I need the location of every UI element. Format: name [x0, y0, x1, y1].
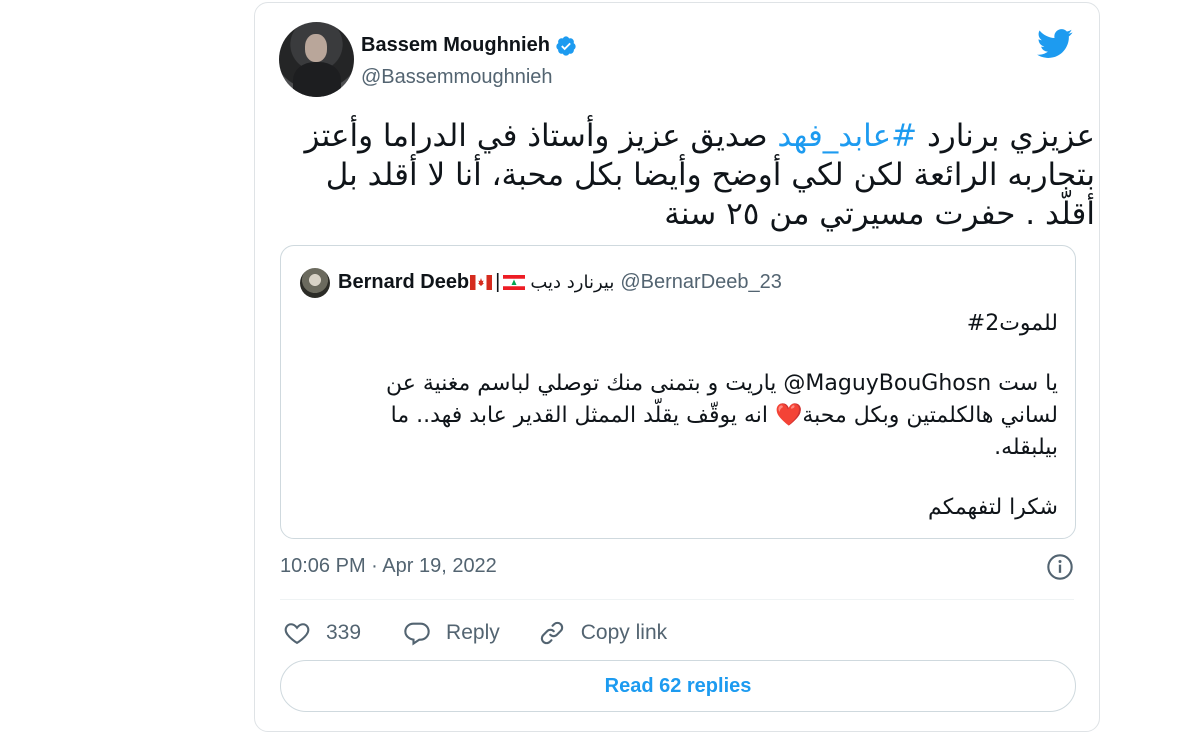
quoted-author-avatar[interactable]: [300, 268, 330, 298]
tweet-card: Bassem Moughnieh @Bassemmoughnieh عزيزي …: [254, 2, 1100, 732]
reply-button[interactable]: Reply: [403, 619, 500, 647]
quoted-line-4: لساني هالكلمتين وبكل محبة❤️ انه يوقّف يق…: [390, 402, 1058, 428]
quoted-author-handle[interactable]: @BernarDeeb_23: [620, 271, 782, 294]
author-name[interactable]: Bassem Moughnieh: [361, 34, 577, 57]
quoted-line-spacer: [301, 464, 1058, 492]
hashtag-link[interactable]: #عابد_فهد: [777, 118, 917, 154]
quoted-tweet-text: للموت2# يا ست MaguyBouGhosn@ ياريت و بتم…: [301, 308, 1058, 523]
tweet-timestamp[interactable]: 10:06 PM · Apr 19, 2022: [280, 555, 497, 578]
info-icon[interactable]: [1046, 553, 1074, 581]
tweet-text: عزيزي برنارد #عابد_فهد صديق عزيز وأستاذ …: [295, 117, 1095, 233]
quoted-tweet[interactable]: Bernard Deeb | بيرنارد ديب @BernarDeeb_2…: [280, 245, 1076, 539]
author-avatar[interactable]: [279, 22, 354, 97]
quoted-line-7: شكرا لتفهمكم: [928, 494, 1058, 520]
quoted-author-name[interactable]: Bernard Deeb: [338, 271, 469, 294]
quoted-line-1: للموت2#: [966, 311, 1058, 336]
quoted-tweet-header: Bernard Deeb | بيرنارد ديب @BernarDeeb_2…: [338, 271, 782, 294]
tweet-actions: 339 Reply Copy link: [283, 615, 667, 651]
lebanon-flag-icon: [503, 275, 526, 290]
like-count: 339: [326, 621, 362, 644]
divider: [280, 599, 1074, 600]
tweet-text-start: عزيزي برنارد: [926, 118, 1095, 154]
quoted-line-spacer: [301, 340, 1058, 368]
copy-link-label: Copy link: [580, 621, 668, 644]
link-icon: [540, 621, 563, 645]
like-button[interactable]: 339: [283, 619, 361, 647]
copy-link-button[interactable]: Copy link: [538, 619, 667, 647]
quoted-author-name-arabic[interactable]: بيرنارد ديب: [530, 272, 614, 293]
author-name-text[interactable]: Bassem Moughnieh: [361, 34, 550, 57]
reply-bubble-icon: [404, 622, 430, 646]
verified-badge-icon: [556, 35, 576, 56]
canada-flag-icon: [470, 275, 493, 290]
heart-icon: [284, 623, 310, 645]
name-separator: |: [495, 271, 501, 293]
reply-label: Reply: [446, 621, 500, 644]
quoted-line-3: يا ست MaguyBouGhosn@ ياريت و بتمنى منك ت…: [385, 370, 1058, 396]
read-replies-button[interactable]: Read 62 replies: [280, 660, 1076, 712]
author-handle[interactable]: @Bassemmoughnieh: [361, 66, 553, 89]
quoted-line-5: بيلبقله.: [994, 434, 1058, 460]
twitter-bird-icon[interactable]: [1037, 29, 1073, 59]
